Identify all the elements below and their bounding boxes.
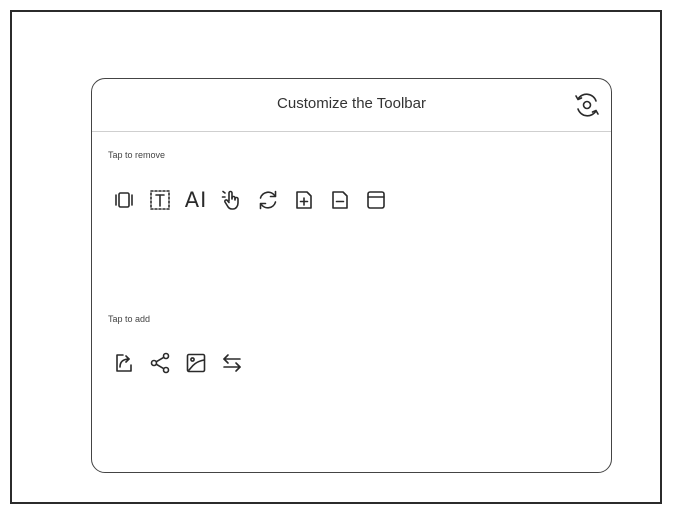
tool-remove-page[interactable] [327,187,353,213]
tool-refresh[interactable] [255,187,281,213]
add-section-label: Tap to add [108,314,151,324]
remove-icons-row: AI [111,187,399,213]
tool-page-view[interactable] [111,187,137,213]
text-box-icon [150,190,170,210]
tool-ai[interactable]: AI [183,187,209,213]
tool-add-page[interactable] [291,187,317,213]
customize-toolbar-dialog: Customize the Toolbar Tap to remove AI T… [91,78,612,473]
save-icon [367,191,385,209]
reset-button[interactable] [571,89,603,121]
tool-hand-touch[interactable] [219,187,245,213]
add-icons-row [111,350,255,376]
tool-swap[interactable] [219,350,245,376]
hand-touch-icon [221,190,239,210]
tool-text-box[interactable] [147,187,173,213]
tool-export[interactable] [111,350,137,376]
reset-icon [575,93,599,117]
add-page-icon [296,191,312,209]
tool-image[interactable] [183,350,209,376]
dialog-title: Customize the Toolbar [277,95,426,112]
swap-icon [223,354,241,372]
tool-save[interactable] [363,187,389,213]
dialog-header: Customize the Toolbar [92,79,611,132]
image-icon [186,353,206,373]
refresh-icon [259,190,277,210]
page-view-icon [115,192,133,208]
tool-share[interactable] [147,350,173,376]
export-icon [116,354,132,372]
remove-section-label: Tap to remove [108,150,166,160]
ai-icon: AI [184,188,208,212]
share-icon [150,352,170,374]
remove-page-icon [332,191,348,209]
